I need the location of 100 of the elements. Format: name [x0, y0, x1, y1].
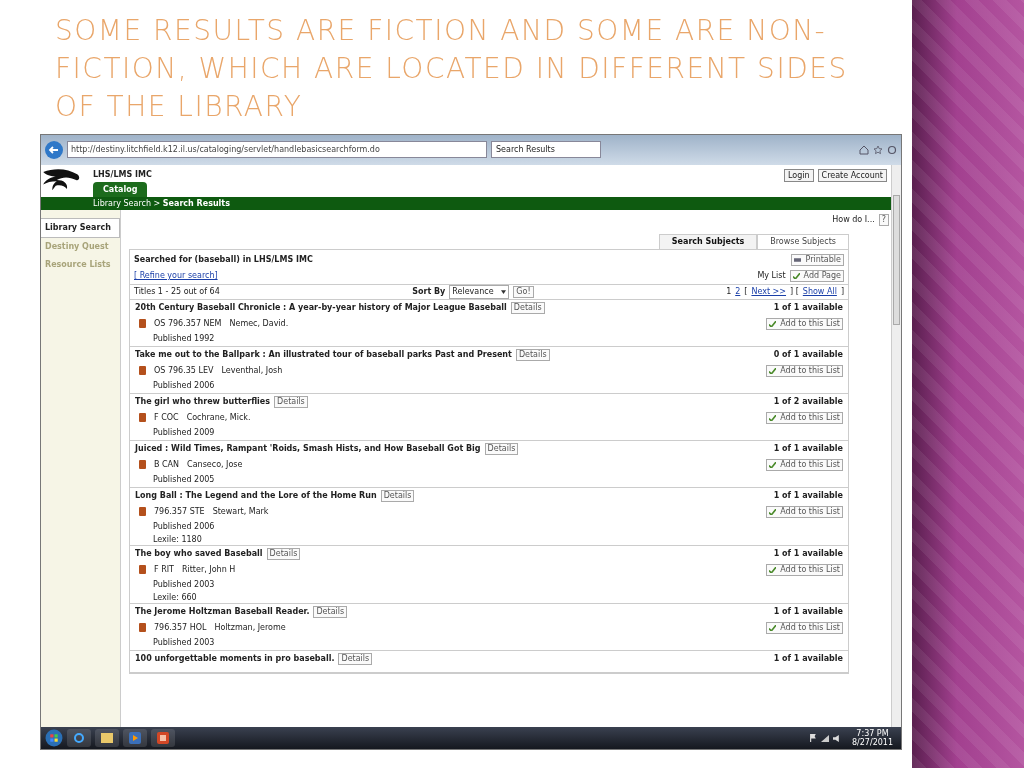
result-title[interactable]: The girl who threw butterflies	[135, 395, 271, 408]
book-icon	[139, 413, 146, 423]
printer-icon	[794, 256, 802, 263]
flag-icon[interactable]	[809, 734, 817, 743]
publication-info: Published 2003	[152, 578, 216, 591]
book-icon	[139, 507, 146, 517]
book-icon	[139, 460, 146, 470]
presentation-taskbar-icon[interactable]	[151, 729, 175, 748]
availability-text: 1 of 1 available	[773, 301, 843, 314]
help-link[interactable]: How do I...	[832, 213, 875, 226]
check-icon	[769, 414, 777, 421]
pager-text: ] [	[790, 285, 799, 298]
browser-tab[interactable]: Search Results	[491, 141, 601, 159]
publication-info: Published 1992	[152, 332, 216, 345]
settings-icon[interactable]	[887, 144, 897, 155]
call-number: F RIT	[154, 563, 174, 576]
add-to-list-button[interactable]: Add to this List	[766, 317, 843, 330]
details-button[interactable]: Details	[266, 547, 301, 560]
book-icon	[139, 623, 146, 633]
publication-info: Lexile: 660	[152, 591, 198, 604]
media-player-taskbar-icon[interactable]	[123, 729, 147, 748]
call-number: 796.357 STE	[154, 505, 205, 518]
check-icon	[769, 566, 777, 573]
book-icon	[139, 565, 146, 575]
sort-dropdown[interactable]: Relevance	[449, 284, 510, 299]
refine-link[interactable]: [ Refine your search]	[134, 269, 313, 282]
add-to-list-button[interactable]: Add to this List	[766, 505, 843, 518]
check-icon	[792, 272, 800, 279]
signal-icon[interactable]	[820, 734, 829, 742]
add-to-list-button[interactable]: Add to this List	[766, 458, 843, 471]
results-count: Titles 1 - 25 out of 64	[134, 285, 220, 298]
browser-taskbar-icon[interactable]	[67, 729, 91, 748]
call-number: B CAN	[154, 458, 180, 471]
home-icon[interactable]	[859, 144, 869, 155]
author-name: Leventhal, Josh	[221, 364, 283, 377]
author-name: Stewart, Mark	[212, 505, 269, 518]
result-title[interactable]: 100 unforgettable moments in pro baseball.	[135, 652, 335, 665]
pager-text: [	[744, 285, 748, 298]
clock-date: 8/27/2011	[851, 738, 893, 748]
header-button[interactable]: Create Account	[817, 168, 887, 182]
pager-link[interactable]: Next >>	[751, 285, 787, 298]
add-to-list-button[interactable]: Add to this List	[766, 621, 843, 634]
pager-link[interactable]: Show All	[802, 285, 837, 298]
details-button[interactable]: Details	[338, 652, 373, 665]
author-name: Holtzman, Jerome	[214, 621, 286, 634]
details-button[interactable]: Details	[274, 395, 308, 408]
publication-info: Published 2005	[152, 473, 216, 486]
caret-icon	[501, 289, 507, 294]
catalog-tab[interactable]: Catalog	[93, 181, 148, 198]
go-button[interactable]: Go!	[513, 285, 534, 298]
author-name: Nemec, David.	[229, 317, 289, 330]
search-tab[interactable]: Browse Subjects	[757, 233, 849, 249]
details-button[interactable]: Details	[484, 442, 519, 455]
add-to-list-button[interactable]: Add to this List	[766, 364, 843, 377]
back-button[interactable]	[45, 140, 63, 159]
search-tab[interactable]: Search Subjects	[658, 233, 758, 249]
call-number: OS 796.35 LEV	[154, 364, 214, 377]
availability-text: 1 of 1 available	[773, 489, 843, 502]
pager-text: ]	[840, 285, 844, 298]
availability-text: 1 of 1 available	[773, 605, 843, 618]
site-name: LHS/LMS IMC	[93, 168, 152, 181]
speaker-icon[interactable]	[832, 734, 840, 742]
details-button[interactable]: Details	[515, 348, 550, 361]
scrollbar[interactable]	[891, 164, 901, 728]
printable-button[interactable]: Printable	[791, 253, 844, 266]
star-icon[interactable]	[873, 144, 883, 155]
result-title[interactable]: Long Ball : The Legend and the Lore of the Home Run	[135, 489, 377, 502]
availability-text: 1 of 1 available	[773, 547, 843, 560]
start-orb-icon[interactable]	[45, 729, 63, 748]
call-number: OS 796.357 NEM	[154, 317, 222, 330]
check-icon	[769, 508, 777, 515]
help-button[interactable]: ?	[878, 213, 889, 226]
publication-info: Published 2006	[152, 520, 216, 533]
author-name: Canseco, Jose	[187, 458, 243, 471]
result-title[interactable]: Juiced : Wild Times, Rampant 'Roids, Smash Hists, and How Baseball Got Big	[135, 442, 481, 455]
sidebar-item[interactable]: Library Search	[41, 217, 120, 238]
clock-time: 7:37 PM	[856, 729, 889, 739]
check-icon	[769, 320, 777, 327]
call-number: 796.357 HOL	[154, 621, 207, 634]
availability-text: 1 of 2 available	[773, 395, 843, 408]
add-to-list-button[interactable]: Add to this List	[766, 411, 843, 424]
slide-title: SOME RESULTS ARE FICTION AND SOME ARE NON-FICTION, WHICH ARE LOCATED IN DIFFERENT SIDES OF THE LIBRARY	[54, 13, 849, 125]
address-bar[interactable]: http://destiny.litchfield.k12.il.us/cataloging/servlet/handlebasicsearchform.do	[67, 141, 487, 159]
result-title[interactable]: The boy who saved Baseball	[135, 547, 263, 560]
result-title[interactable]: The Jerome Holtzman Baseball Reader.	[135, 605, 310, 618]
add-to-list-button[interactable]: Add to this List	[766, 563, 843, 576]
add-page-button[interactable]: Add Page	[789, 269, 844, 282]
header-button[interactable]: Login	[783, 168, 814, 182]
availability-text: 1 of 1 available	[773, 442, 843, 455]
details-button[interactable]: Details	[380, 489, 415, 502]
folder-taskbar-icon[interactable]	[95, 729, 119, 748]
result-title[interactable]: 20th Century Baseball Chronicle : A year-by-year history of Major League Baseball	[135, 301, 507, 314]
result-title[interactable]: Take me out to the Ballpark : An illustrated tour of baseball parks Past and Present	[135, 348, 512, 361]
details-button[interactable]: Details	[510, 301, 545, 314]
details-button[interactable]: Details	[313, 605, 348, 618]
pager-link[interactable]: 2	[735, 285, 741, 298]
book-icon	[139, 319, 146, 329]
call-number: F COC	[154, 411, 179, 424]
publication-info: Published 2006	[152, 379, 216, 392]
availability-text: 0 of 1 available	[773, 348, 843, 361]
